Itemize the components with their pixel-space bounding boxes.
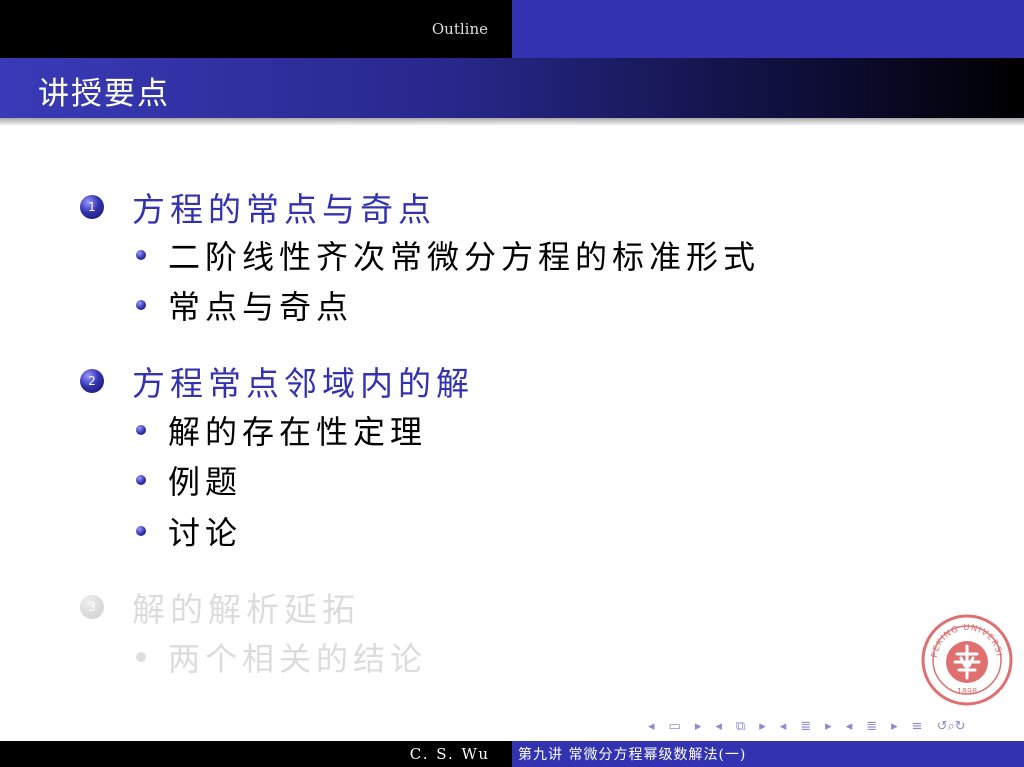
- bullet-icon: [136, 475, 146, 485]
- headline-right: [512, 0, 1024, 58]
- section-icon[interactable]: ≣: [800, 719, 811, 734]
- doc-next-icon[interactable]: ▸: [891, 719, 898, 734]
- outline-item[interactable]: 两个相关的结论: [136, 634, 427, 680]
- frame-icon[interactable]: ▭: [669, 719, 681, 734]
- back-find-forward-icon[interactable]: ↺⌕↻: [937, 719, 966, 734]
- footline-title-box: 第九讲 常微分方程幂级数解法(一): [512, 741, 1024, 767]
- doc-prev-icon[interactable]: ◂: [846, 719, 853, 734]
- frame-prev-icon[interactable]: ◂: [648, 719, 655, 734]
- item-label: 解的存在性定理: [168, 413, 428, 451]
- svg-text:1898: 1898: [957, 687, 977, 696]
- section-title-1: 方程的常点与奇点: [132, 190, 436, 229]
- outline-item[interactable]: 二阶线性齐次常微分方程的标准形式: [136, 232, 760, 278]
- navigation-bar: ◂ ▭ ▸ ◂ ⧉ ▸ ◂ ≣ ▸ ◂ ≣ ▸ ≡ ↺⌕↻: [648, 716, 980, 736]
- footline-author: C. S. Wu: [409, 745, 490, 763]
- section-title-3: 解的解析延拓: [132, 590, 360, 629]
- section-next-icon[interactable]: ▸: [825, 719, 832, 734]
- frame-title: 讲授要点: [38, 76, 170, 112]
- outline-item[interactable]: 解的存在性定理: [136, 407, 427, 453]
- bullet-icon: [136, 652, 146, 662]
- subsection-next-icon[interactable]: ▸: [759, 719, 766, 734]
- university-seal-logo: PEKING UNIVERSITY 1898: [921, 614, 1013, 706]
- footline-author-box: C. S. Wu: [0, 741, 512, 767]
- outline-section-1[interactable]: 1 方程的常点与奇点: [80, 183, 436, 231]
- doc-icon[interactable]: ≣: [866, 719, 877, 734]
- outline-section-3[interactable]: 3 解的解析延拓: [80, 583, 360, 631]
- footline: C. S. Wu 第九讲 常微分方程幂级数解法(一): [0, 741, 1024, 767]
- section-prev-icon[interactable]: ◂: [780, 719, 787, 734]
- toc-icon[interactable]: ≡: [912, 719, 923, 734]
- item-label: 常点与奇点: [168, 288, 354, 326]
- item-label: 讨论: [168, 514, 243, 552]
- subsection-prev-icon[interactable]: ◂: [715, 719, 722, 734]
- bullet-icon: [136, 250, 146, 260]
- headline-section[interactable]: Outline: [432, 20, 488, 38]
- bullet-icon: [136, 300, 146, 310]
- section-number-1: 1: [80, 195, 104, 219]
- section-number-2: 2: [80, 369, 104, 393]
- section-number-3: 3: [80, 595, 104, 619]
- subsection-icon[interactable]: ⧉: [736, 719, 745, 734]
- title-shadow: [0, 118, 1024, 126]
- item-label: 例题: [168, 463, 243, 501]
- item-label: 二阶线性齐次常微分方程的标准形式: [168, 238, 761, 276]
- footline-title: 第九讲 常微分方程幂级数解法(一): [518, 747, 747, 763]
- bullet-icon: [136, 526, 146, 536]
- outline-item[interactable]: 讨论: [136, 508, 242, 554]
- frame-title-bar: 讲授要点: [0, 58, 1024, 118]
- outline-section-2[interactable]: 2 方程常点邻域内的解: [80, 357, 474, 405]
- section-title-2: 方程常点邻域内的解: [132, 364, 474, 403]
- item-label: 两个相关的结论: [168, 640, 428, 678]
- outline-item[interactable]: 常点与奇点: [136, 282, 353, 328]
- outline-item[interactable]: 例题: [136, 457, 242, 503]
- headline-left: Outline: [0, 0, 512, 58]
- frame-next-icon[interactable]: ▸: [695, 719, 702, 734]
- bullet-icon: [136, 425, 146, 435]
- headline: Outline: [0, 0, 1024, 58]
